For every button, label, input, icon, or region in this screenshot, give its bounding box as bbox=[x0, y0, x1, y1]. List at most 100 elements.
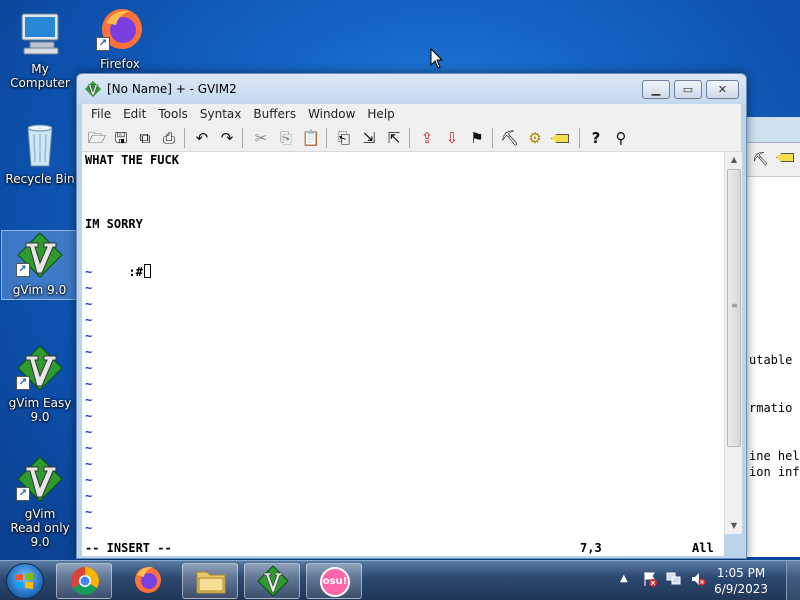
clock-date: 6/9/2023 bbox=[714, 582, 768, 596]
cursor-position: 7,3 bbox=[580, 541, 602, 555]
find-replace-icon[interactable]: ⎗ bbox=[333, 127, 355, 149]
taskbar-gvim[interactable] bbox=[244, 563, 300, 599]
show-hidden-icons-button[interactable]: ▲ bbox=[620, 573, 628, 584]
scroll-down-arrow-icon[interactable]: ▼ bbox=[725, 518, 743, 534]
windows-logo-icon bbox=[16, 573, 33, 589]
mode-indicator: -- INSERT -- bbox=[85, 541, 172, 555]
jump-tag-icon[interactable] bbox=[549, 127, 571, 149]
empty-line-tilde: ~ bbox=[85, 489, 93, 503]
clock[interactable]: 1:05 PM 6/9/2023 bbox=[714, 565, 768, 597]
minimize-button[interactable]: ▁ bbox=[642, 80, 670, 99]
toolbar-separator bbox=[242, 128, 243, 148]
gvim-window[interactable]: [No Name] + - GVIM2 ▁ ▭ ✕ File Edit Tools S… bbox=[76, 73, 747, 559]
background-window[interactable]: ⛏ bbox=[745, 117, 800, 557]
firefox-icon: ↗ bbox=[96, 5, 144, 53]
load-session-icon[interactable]: ⇪ bbox=[416, 127, 438, 149]
close-button[interactable]: ✕ bbox=[706, 80, 739, 99]
window-titlebar[interactable]: [No Name] + - GVIM2 ▁ ▭ ✕ bbox=[77, 74, 746, 104]
menu-edit[interactable]: Edit bbox=[117, 104, 152, 121]
empty-line-tilde: ~ bbox=[85, 345, 93, 359]
vim-icon bbox=[85, 81, 101, 97]
menu-tools[interactable]: Tools bbox=[152, 104, 194, 121]
toolbar-separator bbox=[492, 128, 493, 148]
empty-line-tilde: ~ bbox=[85, 409, 93, 423]
find-help-icon[interactable]: ⚲ bbox=[610, 127, 632, 149]
help-icon[interactable]: ? bbox=[585, 127, 607, 149]
computer-icon bbox=[16, 10, 64, 58]
buffer-line-current: :# bbox=[85, 248, 151, 279]
scrollbar-thumb[interactable]: ≡ bbox=[727, 169, 741, 447]
jump-tag-icon[interactable] bbox=[776, 153, 794, 162]
toolbar: 🗁 🖫 ⧉ ⎙ ↶ ↷ ✂ ⎘ 📋 ⎗ ⇲ ⇱ ⇪ ⇩ ⚑ ⛏ ⚙ ? ⚲ bbox=[82, 124, 741, 152]
menu-bar: File Edit Tools Syntax Buffers Window Help bbox=[82, 104, 741, 124]
background-text-line: ine hel bbox=[749, 449, 800, 463]
empty-line-tilde: ~ bbox=[85, 377, 93, 391]
volume-icon[interactable] bbox=[690, 571, 706, 587]
menu-window[interactable]: Window bbox=[302, 104, 361, 121]
menu-help[interactable]: Help bbox=[361, 104, 400, 121]
copy-icon[interactable]: ⎘ bbox=[275, 127, 297, 149]
desktop-icon-my-computer[interactable]: My Computer bbox=[0, 10, 80, 90]
menu-syntax[interactable]: Syntax bbox=[194, 104, 247, 121]
empty-line-tilde: ~ bbox=[85, 265, 93, 279]
make-icon[interactable]: ⛏ bbox=[752, 152, 769, 167]
menu-buffers[interactable]: Buffers bbox=[247, 104, 302, 121]
desktop-icon-firefox[interactable]: ↗ Firefox bbox=[80, 5, 160, 71]
osu-label: osu! bbox=[322, 576, 348, 587]
taskbar-chrome[interactable] bbox=[56, 563, 112, 599]
background-text-line: utable bbox=[749, 353, 793, 367]
background-window-titlebar[interactable] bbox=[746, 117, 800, 143]
redo-icon[interactable]: ↷ bbox=[216, 127, 238, 149]
taskbar-firefox[interactable] bbox=[120, 563, 176, 599]
taskbar-osu[interactable]: osu! bbox=[306, 563, 362, 599]
vim-icon: ↗ bbox=[16, 455, 64, 503]
run-script-icon[interactable]: ⚑ bbox=[466, 127, 488, 149]
background-text-line: ion inf bbox=[749, 465, 800, 479]
desktop-icon-gvim[interactable]: ↗ gVim 9.0 bbox=[1, 230, 78, 300]
vim-icon: ↗ bbox=[15, 231, 64, 279]
empty-line-tilde: ~ bbox=[85, 457, 93, 471]
show-desktop-button[interactable] bbox=[786, 561, 800, 600]
clock-time: 1:05 PM bbox=[716, 566, 766, 580]
desktop-icon-recycle-bin[interactable]: Recycle Bin bbox=[0, 120, 80, 186]
start-button[interactable] bbox=[6, 563, 44, 599]
desktop-icon-label: My Computer bbox=[10, 62, 70, 90]
desktop-icon-label: Firefox bbox=[100, 57, 140, 71]
buffer-line-text: :# bbox=[128, 265, 143, 279]
undo-icon[interactable]: ↶ bbox=[191, 127, 213, 149]
desktop-icon-gvim-read-only[interactable]: ↗ gVim Read only 9.0 bbox=[0, 455, 80, 549]
find-next-icon[interactable]: ⇲ bbox=[358, 127, 380, 149]
maximize-button[interactable]: ▭ bbox=[674, 80, 702, 99]
scroll-up-arrow-icon[interactable]: ▲ bbox=[725, 152, 743, 168]
build-tags-icon[interactable]: ⚙ bbox=[524, 127, 546, 149]
desktop-icon-label: gVim Read only 9.0 bbox=[10, 507, 70, 549]
save-icon[interactable]: 🖫 bbox=[110, 127, 132, 149]
toolbar-separator bbox=[326, 128, 327, 148]
desktop-icon-gvim-easy[interactable]: ↗ gVim Easy 9.0 bbox=[0, 344, 80, 424]
find-prev-icon[interactable]: ⇱ bbox=[383, 127, 405, 149]
toolbar-separator bbox=[409, 128, 410, 148]
open-icon[interactable]: 🗁 bbox=[86, 127, 108, 149]
toolbar-separator bbox=[579, 128, 580, 148]
empty-line-tilde: ~ bbox=[85, 329, 93, 343]
buffer-line: WHAT THE FUCK bbox=[85, 153, 179, 167]
vertical-scrollbar[interactable]: ▲ ≡ ▼ bbox=[724, 152, 742, 534]
network-icon[interactable] bbox=[666, 571, 682, 587]
vim-icon: ↗ bbox=[16, 344, 64, 392]
action-center-icon[interactable] bbox=[642, 571, 658, 587]
empty-line-tilde: ~ bbox=[85, 425, 93, 439]
make-icon[interactable]: ⛏ bbox=[499, 127, 521, 149]
status-line: -- INSERT -- 7,3 All bbox=[82, 540, 724, 556]
taskbar-explorer[interactable] bbox=[182, 563, 238, 599]
cut-icon[interactable]: ✂ bbox=[250, 127, 272, 149]
print-icon[interactable]: ⎙ bbox=[158, 127, 180, 149]
save-session-icon[interactable]: ⇩ bbox=[441, 127, 463, 149]
paste-icon[interactable]: 📋 bbox=[300, 127, 322, 149]
empty-line-tilde: ~ bbox=[85, 393, 93, 407]
text-editor[interactable]: WHAT THE FUCK IM SORRY :# ~ ~ ~ ~ ~ ~ ~ ~ ~ ~ ~ ~ ~ ~… bbox=[82, 152, 724, 556]
menu-file[interactable]: File bbox=[82, 104, 117, 121]
scroll-indicator: All bbox=[692, 541, 714, 555]
empty-line-tilde: ~ bbox=[85, 281, 93, 295]
firefox-icon bbox=[135, 566, 161, 593]
save-all-icon[interactable]: ⧉ bbox=[134, 127, 156, 149]
